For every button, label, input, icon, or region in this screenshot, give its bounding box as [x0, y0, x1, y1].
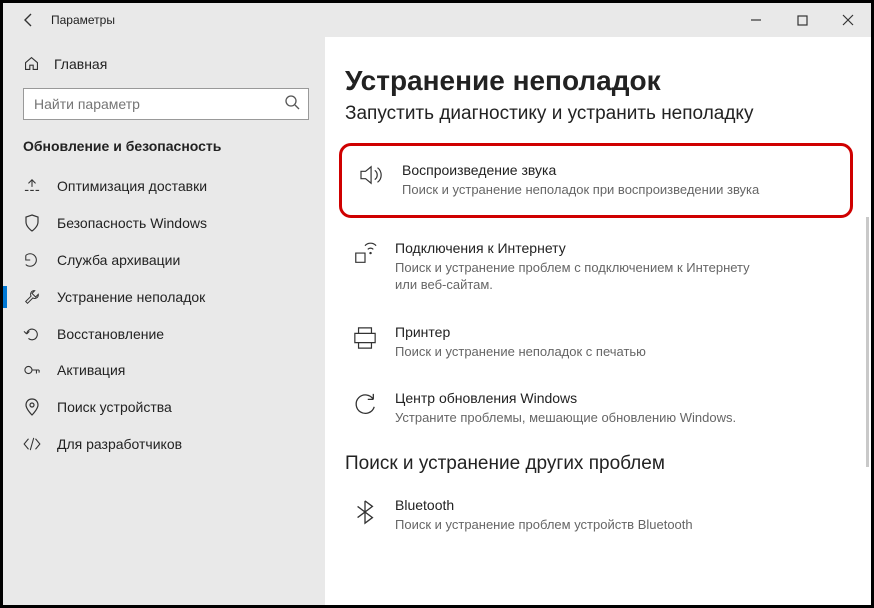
section-other-problems: Поиск и устранение других проблем [345, 453, 847, 475]
troubleshooter-internet[interactable]: Подключения к Интернету Поиск и устранен… [345, 232, 847, 302]
troubleshooter-title: Принтер [395, 324, 646, 340]
delivery-icon [23, 178, 41, 194]
minimize-button[interactable] [733, 3, 779, 37]
wrench-icon [23, 288, 41, 306]
sidebar-item-label: Восстановление [57, 326, 164, 342]
printer-icon [351, 324, 379, 350]
highlighted-troubleshooter: Воспроизведение звука Поиск и устранение… [339, 143, 853, 218]
update-icon [351, 390, 379, 416]
troubleshooter-desc: Поиск и устранение неполадок при воспрои… [402, 181, 759, 199]
main-content: Устранение неполадок Запустить диагности… [325, 37, 871, 605]
sidebar-item-troubleshoot[interactable]: Устранение неполадок [3, 278, 325, 316]
home-label: Главная [54, 56, 107, 72]
home-link[interactable]: Главная [3, 51, 325, 88]
sidebar: Главная Обновление и безопасность Оптими… [3, 37, 325, 605]
sidebar-section-title: Обновление и безопасность [3, 138, 325, 168]
speaker-icon [358, 162, 386, 186]
sidebar-item-find-device[interactable]: Поиск устройства [3, 388, 325, 426]
troubleshooter-title: Центр обновления Windows [395, 390, 736, 406]
sidebar-item-delivery-optimization[interactable]: Оптимизация доставки [3, 168, 325, 204]
sidebar-item-label: Активация [57, 362, 125, 378]
sidebar-item-label: Безопасность Windows [57, 215, 207, 231]
key-icon [23, 362, 41, 378]
troubleshooter-desc: Устраните проблемы, мешающие обновлению … [395, 409, 736, 427]
troubleshooter-audio[interactable]: Воспроизведение звука Поиск и устранение… [352, 154, 840, 207]
maximize-button[interactable] [779, 3, 825, 37]
troubleshooter-desc: Поиск и устранение проблем устройств Blu… [395, 516, 693, 534]
sidebar-item-recovery[interactable]: Восстановление [3, 316, 325, 352]
back-button[interactable] [11, 3, 47, 37]
code-icon [23, 437, 41, 451]
troubleshooter-bluetooth[interactable]: Bluetooth Поиск и устранение проблем уст… [345, 489, 847, 542]
troubleshooter-windows-update[interactable]: Центр обновления Windows Устраните пробл… [345, 382, 847, 435]
page-title: Устранение неполадок [345, 65, 847, 97]
sidebar-item-backup[interactable]: Служба архивации [3, 242, 325, 278]
sidebar-item-label: Оптимизация доставки [57, 178, 207, 194]
sidebar-item-windows-security[interactable]: Безопасность Windows [3, 204, 325, 242]
window-title: Параметры [51, 13, 115, 27]
bluetooth-icon [351, 497, 379, 525]
home-icon [23, 55, 40, 72]
sidebar-item-label: Для разработчиков [57, 436, 182, 452]
recovery-icon [23, 326, 41, 342]
sidebar-item-label: Поиск устройства [57, 399, 172, 415]
troubleshooter-desc: Поиск и устранение проблем с подключение… [395, 259, 765, 294]
scrollbar[interactable] [866, 217, 869, 467]
sidebar-item-for-developers[interactable]: Для разработчиков [3, 426, 325, 462]
backup-icon [23, 252, 41, 268]
titlebar: Параметры [3, 3, 871, 37]
close-button[interactable] [825, 3, 871, 37]
troubleshooter-desc: Поиск и устранение неполадок с печатью [395, 343, 646, 361]
search-input[interactable] [23, 88, 309, 120]
search-icon [284, 94, 300, 115]
sidebar-item-label: Служба архивации [57, 252, 180, 268]
troubleshooter-title: Bluetooth [395, 497, 693, 513]
search-field[interactable] [34, 96, 284, 112]
shield-icon [23, 214, 41, 232]
location-icon [23, 398, 41, 416]
sidebar-item-activation[interactable]: Активация [3, 352, 325, 388]
troubleshooter-title: Воспроизведение звука [402, 162, 759, 178]
troubleshooter-title: Подключения к Интернету [395, 240, 765, 256]
page-subtitle: Запустить диагностику и устранить непола… [345, 103, 847, 125]
sidebar-item-label: Устранение неполадок [57, 289, 205, 305]
wifi-icon [351, 240, 379, 266]
troubleshooter-printer[interactable]: Принтер Поиск и устранение неполадок с п… [345, 316, 847, 369]
